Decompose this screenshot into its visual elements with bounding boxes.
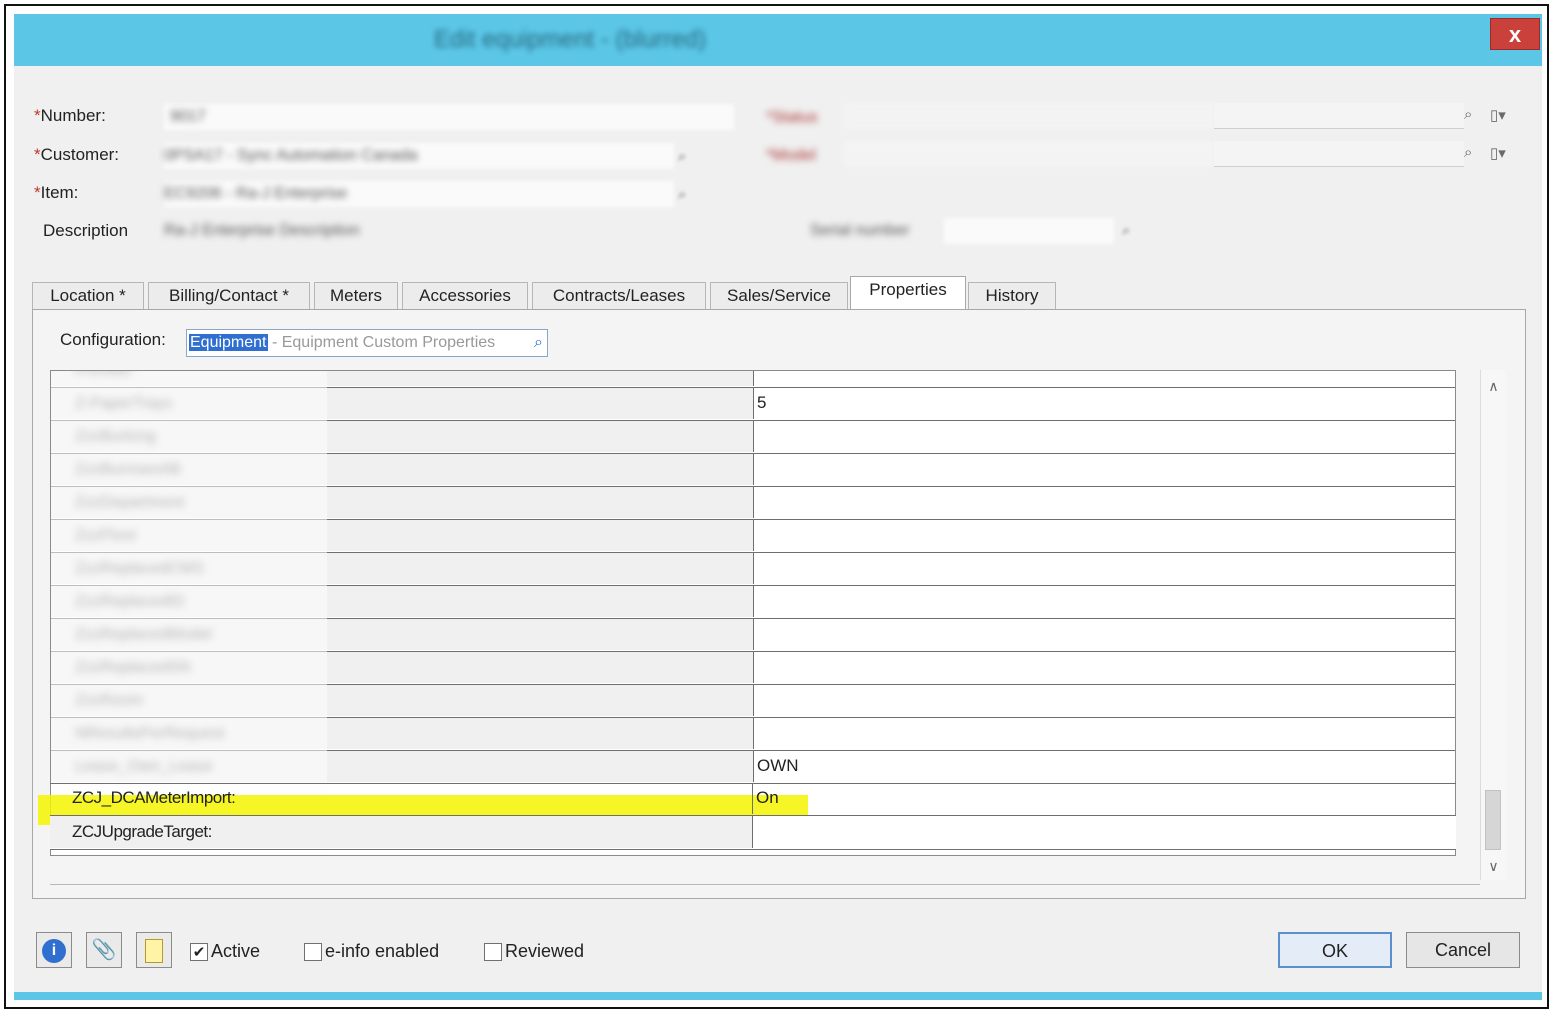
configuration-input[interactable]: Equipment - Equipment Custom Properties … xyxy=(186,329,548,357)
table-row[interactable]: ZzzReplacedID xyxy=(51,586,1455,619)
table-row[interactable]: ZzzBurrowsAB xyxy=(51,454,1455,487)
scroll-down-icon[interactable]: ∨ xyxy=(1481,854,1506,878)
row-name-blurred: ZzzBurlong xyxy=(75,428,156,445)
note-button[interactable] xyxy=(136,932,172,968)
scroll-up-icon[interactable]: ∧ xyxy=(1481,374,1506,398)
number-field[interactable] xyxy=(164,104,734,130)
row-name-blurred: ZzzRoom xyxy=(75,692,144,709)
row-value[interactable]: 5 xyxy=(757,393,766,413)
status-field[interactable] xyxy=(844,103,1214,129)
row-name-blurred: Z-PaperTrays xyxy=(75,395,173,412)
tab-sales-service[interactable]: Sales/Service xyxy=(710,282,848,310)
row-name-blurred: NResultsPerRequest xyxy=(75,725,225,742)
ok-button[interactable]: OK xyxy=(1278,932,1392,968)
table-row[interactable]: ZzzFloor xyxy=(51,520,1455,553)
tab-properties[interactable]: Properties xyxy=(850,276,966,309)
info-icon: i xyxy=(42,938,66,963)
einfo-checkbox[interactable]: e-info enabled xyxy=(304,940,439,962)
row-name-blurred: Lease_Own_Lease xyxy=(75,758,213,775)
einfo-checkbox-box[interactable] xyxy=(304,943,322,962)
paperclip-icon: 📎 xyxy=(91,939,117,961)
tab-contracts-leases[interactable]: Contracts/Leases xyxy=(532,282,706,310)
status-field-right[interactable] xyxy=(1214,103,1464,129)
model-field[interactable] xyxy=(844,141,1214,167)
table-row[interactable]: Lease_Own_Lease OWN xyxy=(51,751,1455,784)
serial-label-blurred: Serial number xyxy=(810,222,910,239)
reviewed-checkbox[interactable]: Reviewed xyxy=(484,940,584,962)
customer-search-icon[interactable]: ⌕ xyxy=(678,148,686,165)
status-label-blurred: *Status xyxy=(766,109,818,126)
tab-accessories[interactable]: Accessories xyxy=(402,282,528,310)
table-row[interactable]: NResultsPerRequest xyxy=(51,718,1455,751)
row-name-blurred: ZzzReplacedID xyxy=(75,593,185,610)
scroll-thumb[interactable] xyxy=(1485,790,1501,850)
model-label-blurred: *Model xyxy=(766,147,816,164)
row-name-blurred: PrimMtr: xyxy=(75,370,136,379)
row-name-blurred: ZzzBurrowsAB xyxy=(75,461,181,478)
table-row-dca-meter-import[interactable]: ZCJ_DCAMeterImport: On xyxy=(50,783,1456,816)
status-menu-icon[interactable]: ▯▾ xyxy=(1490,106,1506,124)
info-button[interactable]: i xyxy=(36,932,72,968)
tab-location[interactable]: Location * xyxy=(32,282,144,310)
table-row[interactable]: Z-PaperTrays 5 xyxy=(51,388,1455,421)
attachment-button[interactable]: 📎 xyxy=(86,932,122,968)
row-name-blurred: ZzzDepartment xyxy=(75,494,185,511)
window-title: Edit equipment - (blurred) xyxy=(434,26,707,53)
table-row[interactable]: ZzzRoom xyxy=(51,685,1455,718)
number-label: *Number: xyxy=(34,106,106,125)
active-checkbox[interactable]: ✔ Active xyxy=(190,940,260,962)
table-row[interactable]: PrimMtr: xyxy=(51,370,1455,388)
serial-field[interactable] xyxy=(944,218,1114,244)
row-name: ZCJUpgradeTarget: xyxy=(72,822,212,841)
table-row[interactable]: ZzzDepartment xyxy=(51,487,1455,520)
active-checkbox-box[interactable]: ✔ xyxy=(190,943,208,962)
table-row[interactable]: ZzzReplacedSN xyxy=(51,652,1455,685)
cancel-button[interactable]: Cancel xyxy=(1406,932,1520,968)
number-value-blurred: 9017 xyxy=(170,108,206,125)
row-name-blurred: ZzzFloor xyxy=(75,527,138,544)
configuration-label: Configuration: xyxy=(60,330,166,349)
table-row[interactable]: ZzzReplacedModel xyxy=(51,619,1455,652)
configuration-rest-text: - Equipment Custom Properties xyxy=(267,334,496,351)
status-search-icon[interactable]: ⌕ xyxy=(1464,106,1472,123)
edit-equipment-dialog: Edit equipment - (blurred) x *Number: 90… xyxy=(14,14,1542,1000)
grid-bottom-divider xyxy=(50,884,1480,885)
item-label: *Item: xyxy=(34,183,79,202)
row-value[interactable]: On xyxy=(756,788,779,808)
model-menu-icon[interactable]: ▯▾ xyxy=(1490,144,1506,162)
serial-search-icon[interactable]: ⌕ xyxy=(1122,222,1130,239)
reviewed-checkbox-box[interactable] xyxy=(484,943,502,962)
row-name: ZCJ_DCAMeterImport: xyxy=(72,788,236,807)
tab-history[interactable]: History xyxy=(968,282,1056,310)
configuration-selected-text: Equipment xyxy=(189,334,268,351)
tab-meters[interactable]: Meters xyxy=(314,282,398,310)
configuration-search-icon[interactable]: ⌕ xyxy=(534,330,543,356)
customer-value-blurred: 0PSA17 - Sync Automation Canada xyxy=(164,147,418,164)
item-search-icon[interactable]: ⌕ xyxy=(678,186,686,203)
model-search-icon[interactable]: ⌕ xyxy=(1464,144,1472,161)
table-row-upgrade-target[interactable]: ZCJUpgradeTarget: xyxy=(50,816,1456,850)
row-name-blurred: ZzzReplacedCMS xyxy=(75,560,204,577)
bottom-accent-strip xyxy=(14,992,1542,1000)
close-button[interactable]: x xyxy=(1490,18,1540,50)
row-name-blurred: ZzzReplacedSN xyxy=(75,659,191,676)
table-row[interactable]: ZzzBurlong xyxy=(51,421,1455,454)
row-name-blurred: ZzzReplacedModel xyxy=(75,626,212,643)
note-icon xyxy=(145,938,163,963)
model-field-right[interactable] xyxy=(1214,141,1464,167)
tab-billing-contact[interactable]: Billing/Contact * xyxy=(148,282,310,310)
row-value[interactable]: OWN xyxy=(757,756,799,776)
customer-label: *Customer: xyxy=(34,145,120,164)
title-bar[interactable]: Edit equipment - (blurred) x xyxy=(14,14,1542,66)
description-value-blurred: Ra-J Enterprise Description xyxy=(164,222,360,239)
table-row[interactable]: ZzzReplacedCMS xyxy=(51,553,1455,586)
vertical-scrollbar[interactable]: ∧ ∨ xyxy=(1480,370,1506,880)
description-label: Description xyxy=(43,221,129,240)
item-value-blurred: EC9206 - Ra-J Enterprise xyxy=(164,185,348,202)
